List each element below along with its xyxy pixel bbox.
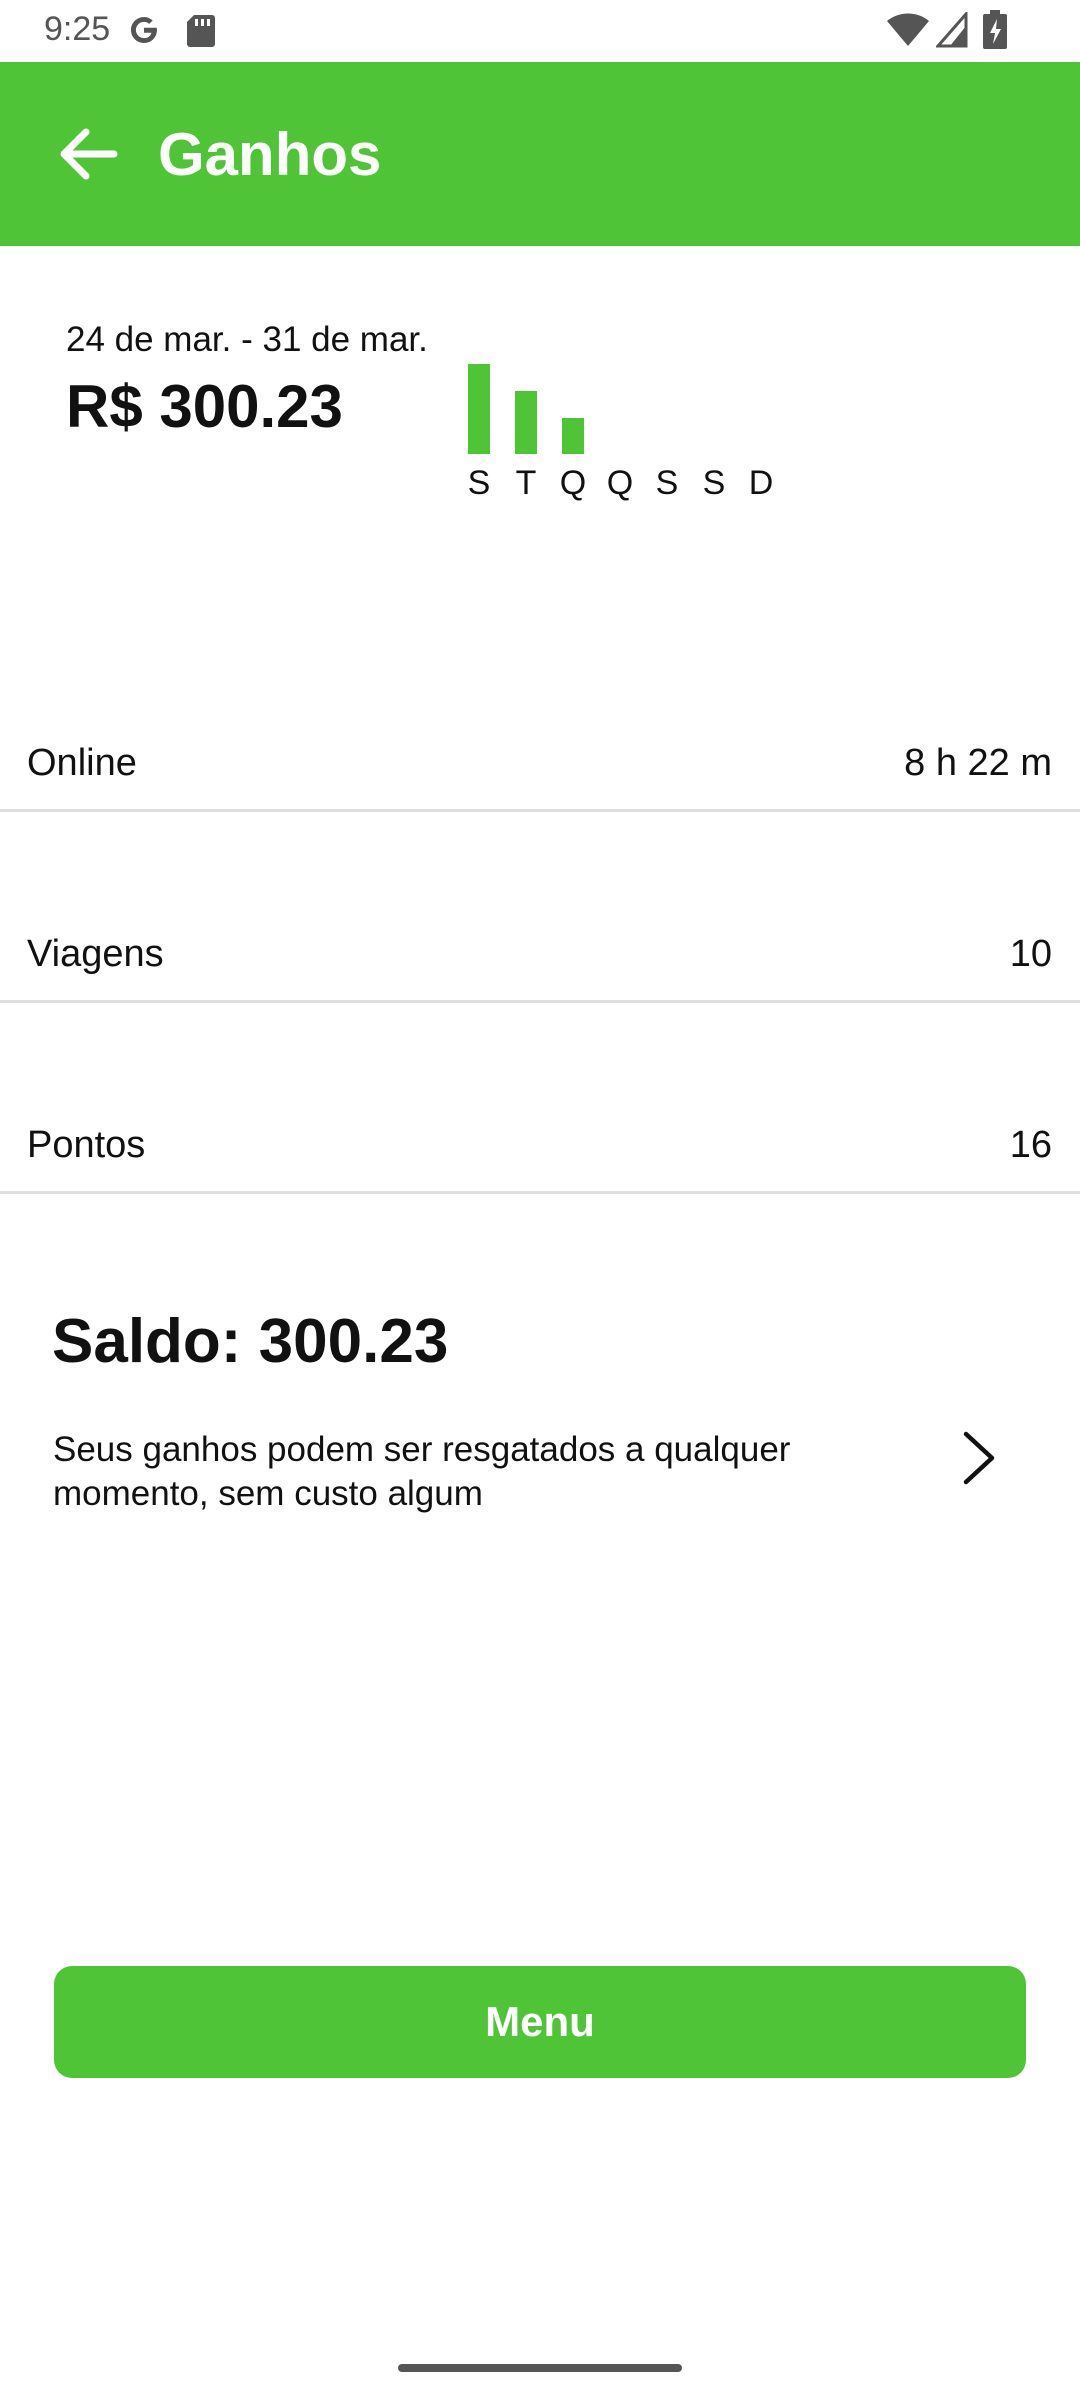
sd-card-icon — [187, 15, 215, 47]
battery-charging-icon — [983, 10, 1007, 49]
app-bar: Ganhos — [0, 62, 1080, 246]
chart-day-label: S — [655, 464, 679, 502]
stat-label: Pontos — [27, 1124, 146, 1166]
cell-signal-icon — [936, 12, 968, 48]
chart-day-label: S — [467, 464, 491, 502]
balance-title: Saldo: 300.23 — [52, 1307, 449, 1376]
chart-bar — [515, 391, 537, 454]
stat-label: Online — [27, 742, 137, 784]
stat-value: 8 h 22 m — [904, 742, 1052, 784]
chart-bar — [562, 418, 584, 454]
menu-button[interactable]: Menu — [54, 1966, 1026, 2078]
chart-day-label: Q — [559, 464, 587, 502]
chart-day-label: D — [748, 464, 774, 502]
wifi-icon — [887, 13, 929, 46]
stat-label: Viagens — [27, 933, 164, 975]
chevron-right-icon[interactable] — [958, 1428, 1002, 1488]
home-indicator — [398, 2364, 682, 2372]
balance-description[interactable]: Seus ganhos podem ser resgatados a qualq… — [53, 1428, 883, 1516]
stat-value: 16 — [1009, 1124, 1052, 1166]
stat-row-online: Online 8 h 22 m — [0, 712, 1080, 812]
chart-day-label: Q — [606, 464, 634, 502]
chart-bar — [468, 364, 490, 454]
weekly-earnings-chart: STQQSSD — [460, 356, 800, 506]
page-title: Ganhos — [158, 121, 382, 188]
arrow-left-icon[interactable] — [56, 124, 120, 184]
chart-day-label: S — [702, 464, 726, 502]
total-earnings: R$ 300.23 — [66, 373, 343, 440]
stat-row-trips: Viagens 10 — [0, 903, 1080, 1003]
google-icon — [131, 17, 157, 43]
stat-value: 10 — [1009, 933, 1052, 975]
status-bar: 9:25 — [0, 0, 1080, 62]
stat-row-points: Pontos 16 — [0, 1094, 1080, 1194]
date-range: 24 de mar. - 31 de mar. — [66, 320, 428, 359]
chart-day-label: T — [515, 464, 537, 502]
status-time: 9:25 — [44, 10, 111, 48]
